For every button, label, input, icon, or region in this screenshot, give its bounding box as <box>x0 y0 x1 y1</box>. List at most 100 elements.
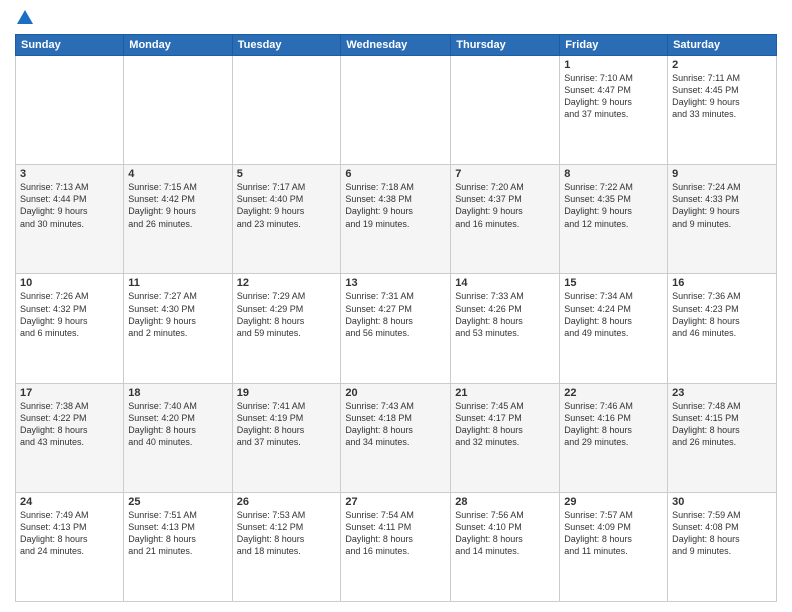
day-number: 12 <box>237 277 337 289</box>
day-info: Sunrise: 7:45 AM Sunset: 4:17 PM Dayligh… <box>455 400 555 449</box>
calendar-cell: 8Sunrise: 7:22 AM Sunset: 4:35 PM Daylig… <box>560 165 668 274</box>
calendar-cell: 30Sunrise: 7:59 AM Sunset: 4:08 PM Dayli… <box>668 492 777 601</box>
calendar-cell: 19Sunrise: 7:41 AM Sunset: 4:19 PM Dayli… <box>232 383 341 492</box>
day-number: 4 <box>128 168 227 180</box>
day-number: 6 <box>345 168 446 180</box>
day-number: 20 <box>345 387 446 399</box>
day-info: Sunrise: 7:46 AM Sunset: 4:16 PM Dayligh… <box>564 400 663 449</box>
day-number: 5 <box>237 168 337 180</box>
day-info: Sunrise: 7:20 AM Sunset: 4:37 PM Dayligh… <box>455 181 555 230</box>
day-number: 28 <box>455 496 555 508</box>
day-number: 21 <box>455 387 555 399</box>
day-number: 25 <box>128 496 227 508</box>
calendar-cell: 9Sunrise: 7:24 AM Sunset: 4:33 PM Daylig… <box>668 165 777 274</box>
calendar-cell: 21Sunrise: 7:45 AM Sunset: 4:17 PM Dayli… <box>451 383 560 492</box>
day-info: Sunrise: 7:33 AM Sunset: 4:26 PM Dayligh… <box>455 290 555 339</box>
day-info: Sunrise: 7:11 AM Sunset: 4:45 PM Dayligh… <box>672 72 772 121</box>
day-number: 10 <box>20 277 119 289</box>
day-info: Sunrise: 7:34 AM Sunset: 4:24 PM Dayligh… <box>564 290 663 339</box>
calendar-header-saturday: Saturday <box>668 35 777 56</box>
day-number: 19 <box>237 387 337 399</box>
day-number: 2 <box>672 59 772 71</box>
day-info: Sunrise: 7:59 AM Sunset: 4:08 PM Dayligh… <box>672 509 772 558</box>
day-number: 1 <box>564 59 663 71</box>
calendar-cell: 7Sunrise: 7:20 AM Sunset: 4:37 PM Daylig… <box>451 165 560 274</box>
day-number: 15 <box>564 277 663 289</box>
day-number: 23 <box>672 387 772 399</box>
calendar-cell: 11Sunrise: 7:27 AM Sunset: 4:30 PM Dayli… <box>124 274 232 383</box>
day-number: 3 <box>20 168 119 180</box>
calendar-cell: 28Sunrise: 7:56 AM Sunset: 4:10 PM Dayli… <box>451 492 560 601</box>
day-info: Sunrise: 7:36 AM Sunset: 4:23 PM Dayligh… <box>672 290 772 339</box>
calendar-cell: 24Sunrise: 7:49 AM Sunset: 4:13 PM Dayli… <box>16 492 124 601</box>
calendar-cell: 1Sunrise: 7:10 AM Sunset: 4:47 PM Daylig… <box>560 56 668 165</box>
calendar-header-friday: Friday <box>560 35 668 56</box>
page: SundayMondayTuesdayWednesdayThursdayFrid… <box>0 0 792 612</box>
calendar-cell <box>232 56 341 165</box>
calendar-cell: 16Sunrise: 7:36 AM Sunset: 4:23 PM Dayli… <box>668 274 777 383</box>
day-info: Sunrise: 7:24 AM Sunset: 4:33 PM Dayligh… <box>672 181 772 230</box>
day-info: Sunrise: 7:48 AM Sunset: 4:15 PM Dayligh… <box>672 400 772 449</box>
calendar-cell: 14Sunrise: 7:33 AM Sunset: 4:26 PM Dayli… <box>451 274 560 383</box>
calendar-cell: 13Sunrise: 7:31 AM Sunset: 4:27 PM Dayli… <box>341 274 451 383</box>
header <box>15 10 777 26</box>
day-info: Sunrise: 7:29 AM Sunset: 4:29 PM Dayligh… <box>237 290 337 339</box>
calendar-cell: 25Sunrise: 7:51 AM Sunset: 4:13 PM Dayli… <box>124 492 232 601</box>
calendar-header-monday: Monday <box>124 35 232 56</box>
day-info: Sunrise: 7:18 AM Sunset: 4:38 PM Dayligh… <box>345 181 446 230</box>
day-number: 14 <box>455 277 555 289</box>
calendar-cell: 12Sunrise: 7:29 AM Sunset: 4:29 PM Dayli… <box>232 274 341 383</box>
day-info: Sunrise: 7:40 AM Sunset: 4:20 PM Dayligh… <box>128 400 227 449</box>
calendar-header-wednesday: Wednesday <box>341 35 451 56</box>
day-info: Sunrise: 7:57 AM Sunset: 4:09 PM Dayligh… <box>564 509 663 558</box>
day-number: 16 <box>672 277 772 289</box>
day-number: 24 <box>20 496 119 508</box>
day-number: 13 <box>345 277 446 289</box>
calendar-week-1: 1Sunrise: 7:10 AM Sunset: 4:47 PM Daylig… <box>16 56 777 165</box>
day-info: Sunrise: 7:26 AM Sunset: 4:32 PM Dayligh… <box>20 290 119 339</box>
calendar-cell: 20Sunrise: 7:43 AM Sunset: 4:18 PM Dayli… <box>341 383 451 492</box>
day-info: Sunrise: 7:22 AM Sunset: 4:35 PM Dayligh… <box>564 181 663 230</box>
day-number: 22 <box>564 387 663 399</box>
day-info: Sunrise: 7:41 AM Sunset: 4:19 PM Dayligh… <box>237 400 337 449</box>
calendar-cell: 26Sunrise: 7:53 AM Sunset: 4:12 PM Dayli… <box>232 492 341 601</box>
logo-triangle-icon <box>17 10 33 24</box>
calendar-header-tuesday: Tuesday <box>232 35 341 56</box>
day-number: 8 <box>564 168 663 180</box>
calendar-cell: 15Sunrise: 7:34 AM Sunset: 4:24 PM Dayli… <box>560 274 668 383</box>
calendar-cell <box>341 56 451 165</box>
calendar-cell: 4Sunrise: 7:15 AM Sunset: 4:42 PM Daylig… <box>124 165 232 274</box>
day-info: Sunrise: 7:51 AM Sunset: 4:13 PM Dayligh… <box>128 509 227 558</box>
calendar-cell: 22Sunrise: 7:46 AM Sunset: 4:16 PM Dayli… <box>560 383 668 492</box>
day-info: Sunrise: 7:31 AM Sunset: 4:27 PM Dayligh… <box>345 290 446 339</box>
calendar-cell: 6Sunrise: 7:18 AM Sunset: 4:38 PM Daylig… <box>341 165 451 274</box>
day-number: 26 <box>237 496 337 508</box>
calendar-cell <box>451 56 560 165</box>
day-info: Sunrise: 7:27 AM Sunset: 4:30 PM Dayligh… <box>128 290 227 339</box>
day-info: Sunrise: 7:13 AM Sunset: 4:44 PM Dayligh… <box>20 181 119 230</box>
calendar-cell <box>124 56 232 165</box>
calendar-cell: 10Sunrise: 7:26 AM Sunset: 4:32 PM Dayli… <box>16 274 124 383</box>
day-info: Sunrise: 7:49 AM Sunset: 4:13 PM Dayligh… <box>20 509 119 558</box>
calendar-cell: 17Sunrise: 7:38 AM Sunset: 4:22 PM Dayli… <box>16 383 124 492</box>
calendar-cell <box>16 56 124 165</box>
day-number: 11 <box>128 277 227 289</box>
calendar-cell: 27Sunrise: 7:54 AM Sunset: 4:11 PM Dayli… <box>341 492 451 601</box>
day-info: Sunrise: 7:15 AM Sunset: 4:42 PM Dayligh… <box>128 181 227 230</box>
calendar-cell: 29Sunrise: 7:57 AM Sunset: 4:09 PM Dayli… <box>560 492 668 601</box>
day-info: Sunrise: 7:17 AM Sunset: 4:40 PM Dayligh… <box>237 181 337 230</box>
day-number: 30 <box>672 496 772 508</box>
calendar-week-4: 17Sunrise: 7:38 AM Sunset: 4:22 PM Dayli… <box>16 383 777 492</box>
logo <box>15 10 33 26</box>
calendar-cell: 23Sunrise: 7:48 AM Sunset: 4:15 PM Dayli… <box>668 383 777 492</box>
day-info: Sunrise: 7:10 AM Sunset: 4:47 PM Dayligh… <box>564 72 663 121</box>
calendar-week-5: 24Sunrise: 7:49 AM Sunset: 4:13 PM Dayli… <box>16 492 777 601</box>
calendar-table: SundayMondayTuesdayWednesdayThursdayFrid… <box>15 34 777 602</box>
calendar-header-row: SundayMondayTuesdayWednesdayThursdayFrid… <box>16 35 777 56</box>
calendar-cell: 5Sunrise: 7:17 AM Sunset: 4:40 PM Daylig… <box>232 165 341 274</box>
calendar-week-2: 3Sunrise: 7:13 AM Sunset: 4:44 PM Daylig… <box>16 165 777 274</box>
calendar-cell: 18Sunrise: 7:40 AM Sunset: 4:20 PM Dayli… <box>124 383 232 492</box>
day-number: 18 <box>128 387 227 399</box>
day-info: Sunrise: 7:43 AM Sunset: 4:18 PM Dayligh… <box>345 400 446 449</box>
calendar-header-sunday: Sunday <box>16 35 124 56</box>
